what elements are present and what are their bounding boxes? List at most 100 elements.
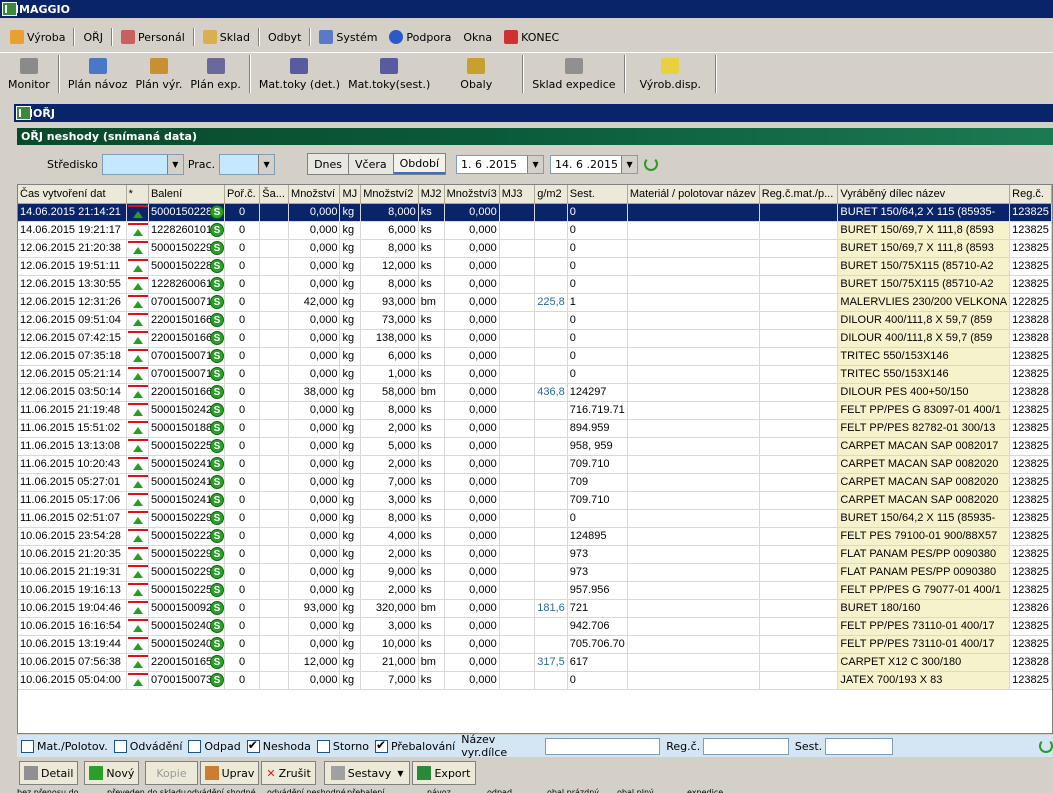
table-row[interactable]: 12.06.2015 12:31:26 07001500712 S 0 42,000 kg… (18, 293, 1052, 312)
column-header[interactable]: Balení (148, 185, 225, 204)
menu-okna[interactable]: Okna (457, 27, 498, 47)
cancel-button[interactable]: ✕ Zrušit (261, 761, 316, 785)
table-row[interactable]: 10.06.2015 23:54:28 50001502223 S 0 0,000 kg 4… (18, 527, 1052, 546)
menu-odbyt[interactable]: Odbyt (262, 27, 307, 47)
table-row[interactable]: 10.06.2015 16:16:54 50001502406 S 0 0,000 kg 3… (18, 617, 1052, 636)
checkbox-box[interactable] (113, 739, 127, 753)
column-header[interactable]: Sest. (567, 185, 628, 204)
chevron-down-icon[interactable]: ▼ (621, 155, 638, 173)
copy-button[interactable]: Kopie (145, 761, 198, 785)
menu-vyroba[interactable]: Výroba (4, 27, 71, 47)
checkbox-box[interactable] (188, 739, 202, 753)
table-row[interactable]: 10.06.2015 07:56:38 22001501659 S 0 12,000 kg… (18, 653, 1052, 672)
table-row[interactable]: 10.06.2015 05:04:00 07001500731 S 0 0,000 kg 7… (18, 671, 1052, 690)
checkbox-box[interactable] (374, 738, 388, 753)
menu-sklad[interactable]: Sklad (197, 27, 256, 47)
plan-exp-button[interactable]: Plán exp. (186, 53, 244, 93)
column-header[interactable]: Reg.č. (1009, 185, 1052, 204)
table-row[interactable]: 12.06.2015 19:51:11 50001502286 S 0 0,000 kg 1… (18, 257, 1052, 276)
table-row[interactable]: 11.06.2015 13:13:08 50001502257 S 0 0,000 kg 5… (18, 437, 1052, 456)
checkbox-5[interactable]: Přebalování (374, 738, 455, 753)
column-header[interactable]: * (126, 185, 149, 204)
menu-konec[interactable]: KONEC (498, 27, 565, 47)
checkbox-0[interactable]: Mat./Polotov. (21, 739, 108, 753)
column-header[interactable]: Poř.č. (224, 185, 261, 204)
stredisko-select[interactable]: ▼ (101, 153, 184, 175)
table-row[interactable]: 10.06.2015 21:19:31 50001502290 S 0 0,000 kg 9… (18, 563, 1052, 582)
checkbox-2[interactable]: Odpad (188, 739, 241, 753)
menu-system[interactable]: Systém (313, 27, 383, 47)
table-row[interactable]: 10.06.2015 13:19:44 50001502405 S 0 0,000 kg 1… (18, 635, 1052, 654)
column-header[interactable]: Reg.č.mat./p... (759, 185, 839, 204)
monitor-button[interactable]: Monitor (4, 53, 54, 93)
table-row[interactable]: 12.06.2015 05:21:14 07001500712 S 0 0,000 kg 1… (18, 365, 1052, 384)
table-row[interactable]: 11.06.2015 21:19:48 50001502421 S 0 0,000 kg 8… (18, 401, 1052, 420)
cell-time: 10.06.2015 23:54:28 (18, 527, 127, 546)
checkbox-3[interactable]: Neshoda (246, 738, 311, 753)
vyrob-disp-button[interactable]: Výrob.disp. (630, 53, 711, 93)
checkbox-box[interactable] (316, 739, 330, 753)
sklad-expedice-button[interactable]: Sklad expedice (528, 53, 619, 93)
table-row[interactable]: 14.06.2015 21:14:21 50001502289 S 0 0,000 kg 8… (18, 203, 1052, 222)
table-row[interactable]: 10.06.2015 19:04:46 50001500928 S 0 93,000 kg… (18, 599, 1052, 618)
refresh-icon[interactable] (644, 157, 659, 171)
column-header[interactable]: MJ3 (499, 185, 536, 204)
table-row[interactable]: 12.06.2015 13:30:55 12282600618 S 0 0,000 kg 8… (18, 275, 1052, 294)
nazev-input[interactable] (545, 737, 661, 755)
table-row[interactable]: 11.06.2015 02:51:07 50001502294 S 0 0,000 kg 8… (18, 509, 1052, 528)
tab-vcera[interactable]: Včera (349, 154, 394, 174)
column-header[interactable]: g/m2 (534, 185, 568, 204)
menu-podpora[interactable]: Podpora (383, 27, 457, 47)
tab-obdobi[interactable]: Období (393, 154, 446, 174)
table-row[interactable]: 11.06.2015 15:51:02 50001501880 S 0 0,000 kg 2… (18, 419, 1052, 438)
date-to-input[interactable]: 14. 6 .2015 ▼ (550, 154, 639, 174)
checkbox-box[interactable] (21, 739, 34, 753)
cell-value: 11.06.2015 21:19:48 (20, 404, 121, 416)
reports-button[interactable]: Sestavy ▼ (323, 761, 411, 785)
mat-toky-sest-button[interactable]: Mat.toky(sest.) (344, 53, 434, 93)
plan-navoz-button[interactable]: Plán návoz (64, 53, 132, 93)
refresh-icon[interactable] (1039, 739, 1053, 753)
table-row[interactable]: 12.06.2015 03:50:14 22001501660 S 0 38,000 kg… (18, 383, 1052, 402)
table-row[interactable]: 12.06.2015 09:51:04 22001501662 S 0 0,000 kg 7… (18, 311, 1052, 330)
date-from-input[interactable]: 1. 6 .2015 ▼ (456, 154, 545, 174)
column-header[interactable]: Množství2 (360, 185, 419, 204)
column-header[interactable]: Množství (288, 185, 341, 204)
plan-vyr-button[interactable]: Plán výr. (131, 53, 186, 93)
mat-toky-det-button[interactable]: Mat.toky (det.) (255, 53, 344, 93)
export-button[interactable]: Export (412, 761, 476, 785)
cell-value: 12282601011 (150, 224, 218, 236)
obaly-button[interactable]: Obaly (434, 53, 518, 93)
new-button[interactable]: Nový (84, 761, 140, 785)
table-row[interactable]: 12.06.2015 07:35:18 07001500712 S 0 0,000 kg 6… (18, 347, 1052, 366)
checkbox-4[interactable]: Storno (316, 739, 369, 753)
table-row[interactable]: 10.06.2015 19:16:13 50001502259 S 0 0,000 kg 2… (18, 581, 1052, 600)
column-header[interactable]: Množství3 (444, 185, 500, 204)
checkbox-box[interactable] (246, 738, 260, 753)
cell-value: ks (420, 566, 432, 578)
column-header[interactable]: Čas vytvoření dat (18, 185, 127, 204)
column-header[interactable]: MJ (339, 185, 362, 204)
chevron-down-icon[interactable]: ▼ (527, 155, 544, 173)
table-row[interactable]: 11.06.2015 05:27:01 50001502410 S 0 0,000 kg 7… (18, 473, 1052, 492)
column-header[interactable]: Materiál / polotovar název (627, 185, 760, 204)
table-row[interactable]: 12.06.2015 07:42:15 22001501662 S 0 0,000 kg 1… (18, 329, 1052, 348)
sest-input[interactable] (825, 737, 894, 755)
menu-personal[interactable]: Personál (115, 27, 191, 47)
table-row[interactable]: 12.06.2015 21:20:38 50001502290 S 0 0,000 kg 8… (18, 239, 1052, 258)
column-header[interactable]: Ša... (259, 185, 290, 204)
detail-button[interactable]: Detail (19, 761, 79, 785)
reg-input[interactable] (703, 737, 789, 755)
table-row[interactable]: 11.06.2015 05:17:06 50001502410 S 0 0,000 kg 3… (18, 491, 1052, 510)
tab-dnes[interactable]: Dnes (308, 154, 350, 174)
column-header[interactable]: MJ2 (418, 185, 445, 204)
menu-orj[interactable]: OŘJ (77, 27, 109, 47)
prac-select[interactable]: ▼ (219, 153, 276, 175)
column-header[interactable]: Vyráběný dílec název (837, 185, 1011, 204)
edit-button[interactable]: Uprav (199, 761, 260, 785)
table-row[interactable]: 11.06.2015 10:20:43 50001502410 S 0 0,000 kg 2… (18, 455, 1052, 474)
table-row[interactable]: 10.06.2015 21:20:35 50001502290 S 0 0,000 kg 2… (18, 545, 1052, 564)
cell-time: 11.06.2015 13:13:08 (18, 437, 127, 456)
table-row[interactable]: 14.06.2015 19:21:17 12282601011 S 0 0,000 kg 6… (18, 221, 1052, 240)
checkbox-1[interactable]: Odvádění (113, 739, 182, 753)
